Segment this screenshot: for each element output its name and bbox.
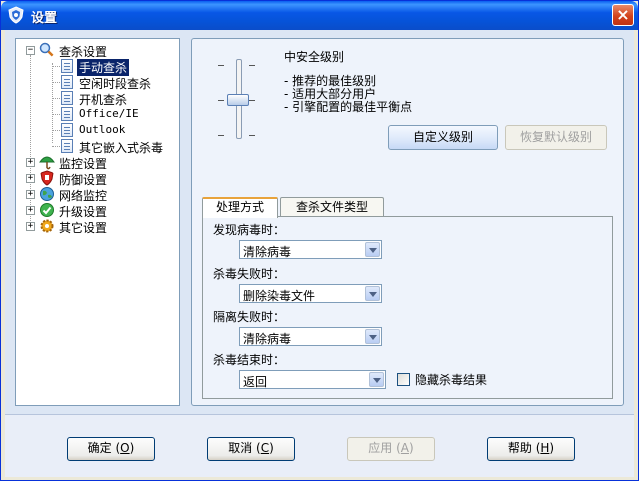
tree-item-scan-settings[interactable]: − 查杀设置 — [22, 42, 172, 59]
handling-method-pane: 发现病毒时： 清除病毒 杀毒失败时： 删除染毒文件 隔离失败时： 清除病毒 杀毒… — [202, 216, 613, 399]
tree-item-other-settings[interactable]: + 其它设置 — [22, 218, 172, 235]
virus-found-label: 发现病毒时： — [213, 223, 286, 237]
close-button[interactable]: × — [612, 4, 634, 26]
document-icon — [61, 107, 73, 121]
document-icon — [61, 59, 73, 73]
hide-result-checkbox[interactable] — [397, 373, 410, 386]
chevron-down-icon[interactable] — [365, 329, 380, 344]
select-value: 清除病毒 — [243, 332, 292, 346]
button-label: 帮助 ( — [507, 441, 541, 455]
slider-tick — [218, 135, 224, 136]
tree-item-label: Office/IE — [79, 107, 139, 120]
tree-item-office-ie[interactable]: Office/IE — [52, 106, 172, 122]
ok-button[interactable]: 确定 (O) — [67, 437, 155, 461]
button-label: ) — [269, 441, 274, 455]
expand-icon[interactable]: + — [26, 222, 35, 231]
expand-icon[interactable]: + — [26, 190, 35, 199]
chevron-down-icon[interactable] — [369, 372, 384, 387]
globe-icon — [40, 187, 54, 201]
title-bar[interactable]: 设置 × — [1, 1, 638, 30]
button-label: 取消 ( — [228, 441, 261, 455]
button-label: ) — [129, 441, 135, 455]
select-value: 返回 — [243, 375, 268, 389]
tab-scan-file-types[interactable]: 查杀文件类型 — [280, 197, 384, 217]
chevron-down-icon[interactable] — [365, 286, 380, 301]
dialog-client-area: − 查杀设置 手动查杀 空闲时段查杀 开机查杀 Office/IE Outloo… — [5, 30, 634, 477]
settings-content-panel: 中安全级别 - 推荐的最佳级别 - 适用大部分用户 - 引擎配置的最佳平衡点 自… — [191, 38, 624, 406]
quarantine-fail-select[interactable]: 清除病毒 — [239, 327, 382, 346]
tree-item-outlook[interactable]: Outlook — [52, 122, 172, 138]
settings-tree: − 查杀设置 手动查杀 空闲时段查杀 开机查杀 Office/IE Outloo… — [15, 38, 180, 406]
virus-found-select[interactable]: 清除病毒 — [239, 240, 382, 259]
chevron-down-icon[interactable] — [365, 242, 380, 257]
app-shield-icon — [8, 6, 24, 24]
security-level-title: 中安全级别 — [284, 50, 345, 64]
document-icon — [61, 75, 73, 89]
level-description-line: - 引擎配置的最佳平衡点 — [284, 100, 413, 114]
tree-item-update-settings[interactable]: + 升级设置 — [22, 202, 172, 219]
tree-item-defense-settings[interactable]: + 防御设置 — [22, 170, 172, 187]
tree-item-manual-scan[interactable]: 手动查杀 — [52, 58, 172, 76]
button-label: ) — [409, 441, 414, 455]
clean-fail-label: 杀毒失败时： — [213, 267, 286, 281]
magnifier-icon — [39, 42, 55, 58]
settings-window: 设置 × − 查杀设置 手动查杀 空闲时段查杀 开机查杀 Office/IE O… — [0, 0, 639, 481]
tree-item-embedded-scan[interactable]: 其它嵌入式杀毒 — [52, 138, 177, 155]
dialog-footer: 确定 (O) 取消 (C) 应用 (A) 帮助 (H) — [5, 414, 634, 477]
help-button[interactable]: 帮助 (H) — [487, 437, 575, 461]
select-value: 删除染毒文件 — [243, 289, 316, 303]
slider-tick — [218, 65, 224, 66]
tree-item-boot-scan[interactable]: 开机查杀 — [52, 90, 172, 107]
expand-icon[interactable]: + — [26, 174, 35, 183]
gear-icon — [40, 219, 54, 233]
update-icon — [40, 203, 54, 217]
accelerator-key: O — [120, 441, 130, 455]
quarantine-fail-label: 隔离失败时： — [213, 310, 286, 324]
slider-tick — [218, 100, 224, 101]
document-icon — [61, 123, 73, 137]
custom-level-button[interactable]: 自定义级别 — [388, 125, 498, 150]
button-label: 应用 ( — [368, 441, 401, 455]
slider-tick — [249, 65, 255, 66]
clean-fail-select[interactable]: 删除染毒文件 — [239, 284, 382, 303]
tree-item-monitor-settings[interactable]: + 监控设置 — [22, 154, 172, 171]
slider-thumb[interactable] — [227, 94, 249, 106]
tree-item-idle-scan[interactable]: 空闲时段查杀 — [52, 74, 172, 91]
tree-item-network-monitor[interactable]: + 网络监控 — [22, 186, 172, 203]
select-value: 清除病毒 — [243, 245, 292, 259]
document-icon — [61, 91, 73, 105]
tree-item-label: 其它设置 — [59, 221, 108, 235]
shield-icon — [40, 170, 54, 186]
expand-icon[interactable]: + — [26, 158, 35, 167]
restore-default-level-button[interactable]: 恢复默认级别 — [505, 125, 607, 150]
apply-button[interactable]: 应用 (A) — [347, 437, 435, 461]
button-label: 确定 ( — [87, 441, 121, 455]
slider-tick — [249, 100, 255, 101]
window-title: 设置 — [31, 11, 58, 26]
accelerator-key: C — [260, 441, 270, 455]
accelerator-key: A — [400, 441, 410, 455]
scan-end-label: 杀毒结束时： — [213, 353, 286, 367]
tab-handling-method[interactable]: 处理方式 — [202, 197, 278, 218]
scan-end-select[interactable]: 返回 — [239, 370, 386, 389]
umbrella-icon — [39, 156, 55, 170]
cancel-button[interactable]: 取消 (C) — [207, 437, 295, 461]
expand-icon[interactable]: + — [26, 206, 35, 215]
collapse-icon[interactable]: − — [26, 46, 35, 55]
tree-item-label: Outlook — [79, 123, 126, 136]
document-icon — [61, 139, 73, 153]
hide-result-label: 隐藏杀毒结果 — [415, 373, 488, 387]
slider-tick — [249, 135, 255, 136]
button-label: ) — [549, 441, 555, 455]
